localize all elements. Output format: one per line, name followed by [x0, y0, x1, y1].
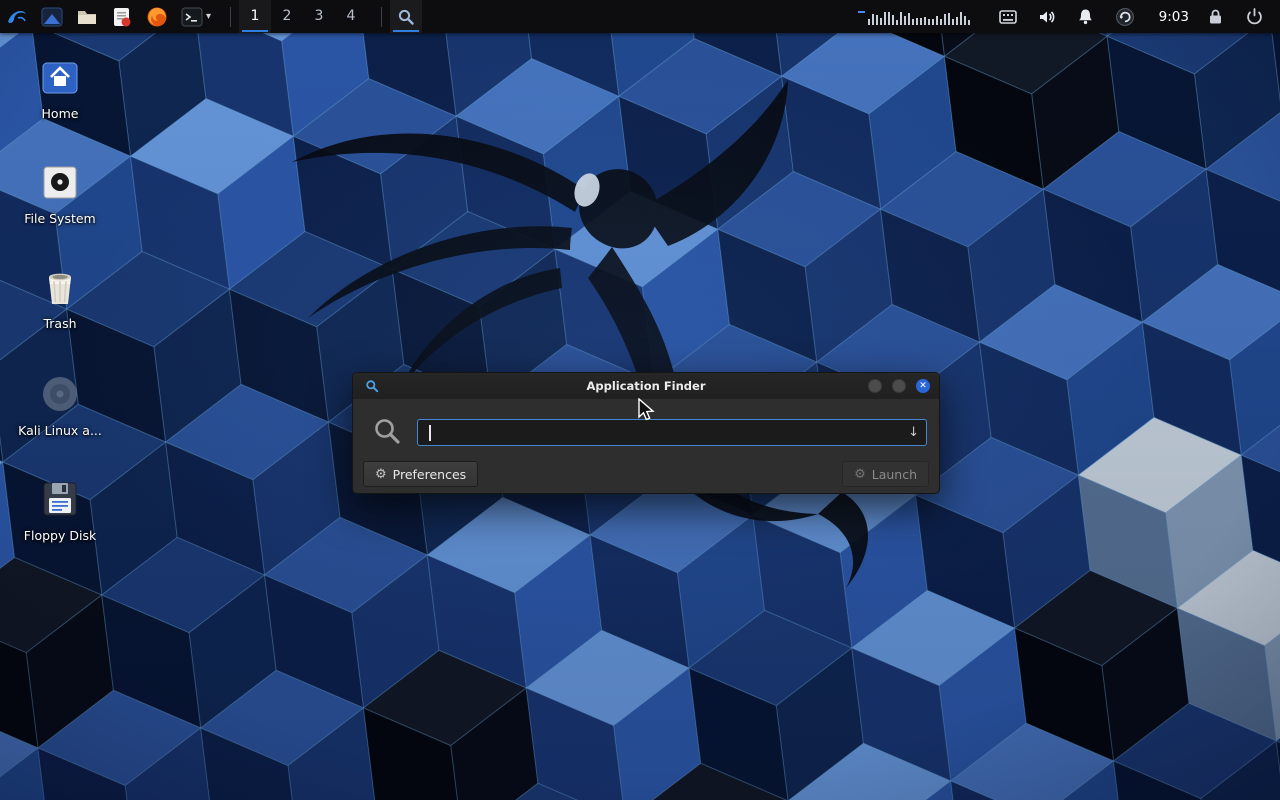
workspace-4[interactable]: 4: [335, 0, 367, 33]
floppy-disk-icon: [10, 475, 110, 523]
desktop: ▾ 1 2 3 4: [0, 0, 1280, 800]
launch-gear-icon: ⚙: [854, 467, 866, 482]
workspace-3[interactable]: 3: [303, 0, 335, 33]
minimize-button[interactable]: [868, 379, 882, 393]
application-finder-task-icon: [397, 8, 415, 26]
taskbar-application-finder-button[interactable]: [390, 0, 422, 33]
search-input[interactable]: ↓: [417, 419, 927, 446]
close-button[interactable]: ✕: [916, 379, 930, 393]
system-tray: [996, 5, 1137, 29]
desktop-icon-label: File System: [10, 211, 110, 226]
preferences-button-label: Preferences: [393, 467, 467, 482]
window-title: Application Finder: [586, 379, 705, 393]
top-panel: ▾ 1 2 3 4: [0, 0, 1280, 33]
desktop-icon-label: Trash: [10, 316, 110, 331]
session-actions: [1203, 5, 1266, 29]
file-system-icon: [10, 158, 110, 206]
maximize-button[interactable]: [892, 379, 906, 393]
monitor-dash: [858, 11, 865, 13]
power-icon[interactable]: [1242, 5, 1266, 29]
launch-button[interactable]: ⚙ Launch: [842, 461, 929, 487]
trash-icon: [10, 263, 110, 311]
workspace-pager: 1 2 3 4: [239, 0, 367, 33]
file-manager-icon[interactable]: [75, 5, 99, 29]
firefox-icon[interactable]: [145, 5, 169, 29]
desktop-icon-floppy[interactable]: Floppy Disk: [10, 475, 110, 543]
kali-menu-icon[interactable]: [5, 5, 29, 29]
panel-separator: [230, 7, 231, 27]
desktop-icon-kali-docs[interactable]: Kali Linux a...: [10, 370, 110, 438]
desktop-icon-home[interactable]: Home: [10, 53, 110, 121]
preferences-button[interactable]: ⚙ Preferences: [363, 461, 478, 487]
entry-dropdown-icon[interactable]: ↓: [908, 425, 919, 440]
keyboard-indicator-icon[interactable]: [996, 5, 1020, 29]
workspace-1[interactable]: 1: [239, 0, 271, 33]
lock-icon[interactable]: [1203, 5, 1227, 29]
search-icon: [372, 416, 402, 446]
volume-icon[interactable]: [1035, 5, 1059, 29]
window-titlebar[interactable]: Application Finder ✕: [353, 373, 939, 399]
desktop-icon-label: Floppy Disk: [10, 528, 110, 543]
updates-icon[interactable]: [1113, 5, 1137, 29]
workspace-app-icon[interactable]: [40, 5, 64, 29]
workspace-2[interactable]: 2: [271, 0, 303, 33]
kali-docs-icon: [10, 370, 110, 418]
home-icon: [10, 53, 110, 101]
text-editor-icon[interactable]: [110, 5, 134, 29]
terminal-icon[interactable]: [180, 5, 204, 29]
desktop-icon-trash[interactable]: Trash: [10, 263, 110, 331]
terminal-dropdown-caret[interactable]: ▾: [206, 11, 216, 22]
desktop-icon-label: Kali Linux a...: [10, 423, 110, 438]
launch-button-label: Launch: [872, 467, 917, 482]
notifications-bell-icon[interactable]: [1074, 5, 1098, 29]
gear-icon: ⚙: [375, 467, 387, 482]
panel-separator: [381, 7, 382, 27]
desktop-icon-label: Home: [10, 106, 110, 121]
application-finder-window: Application Finder ✕ ↓ ⚙ Preferences ⚙ L…: [352, 372, 940, 494]
desktop-icon-file-system[interactable]: File System: [10, 158, 110, 226]
window-title-icon: [365, 379, 379, 393]
clock[interactable]: 9:03: [1159, 9, 1189, 25]
system-monitor-graph[interactable]: [868, 9, 970, 25]
text-caret: [429, 425, 431, 441]
